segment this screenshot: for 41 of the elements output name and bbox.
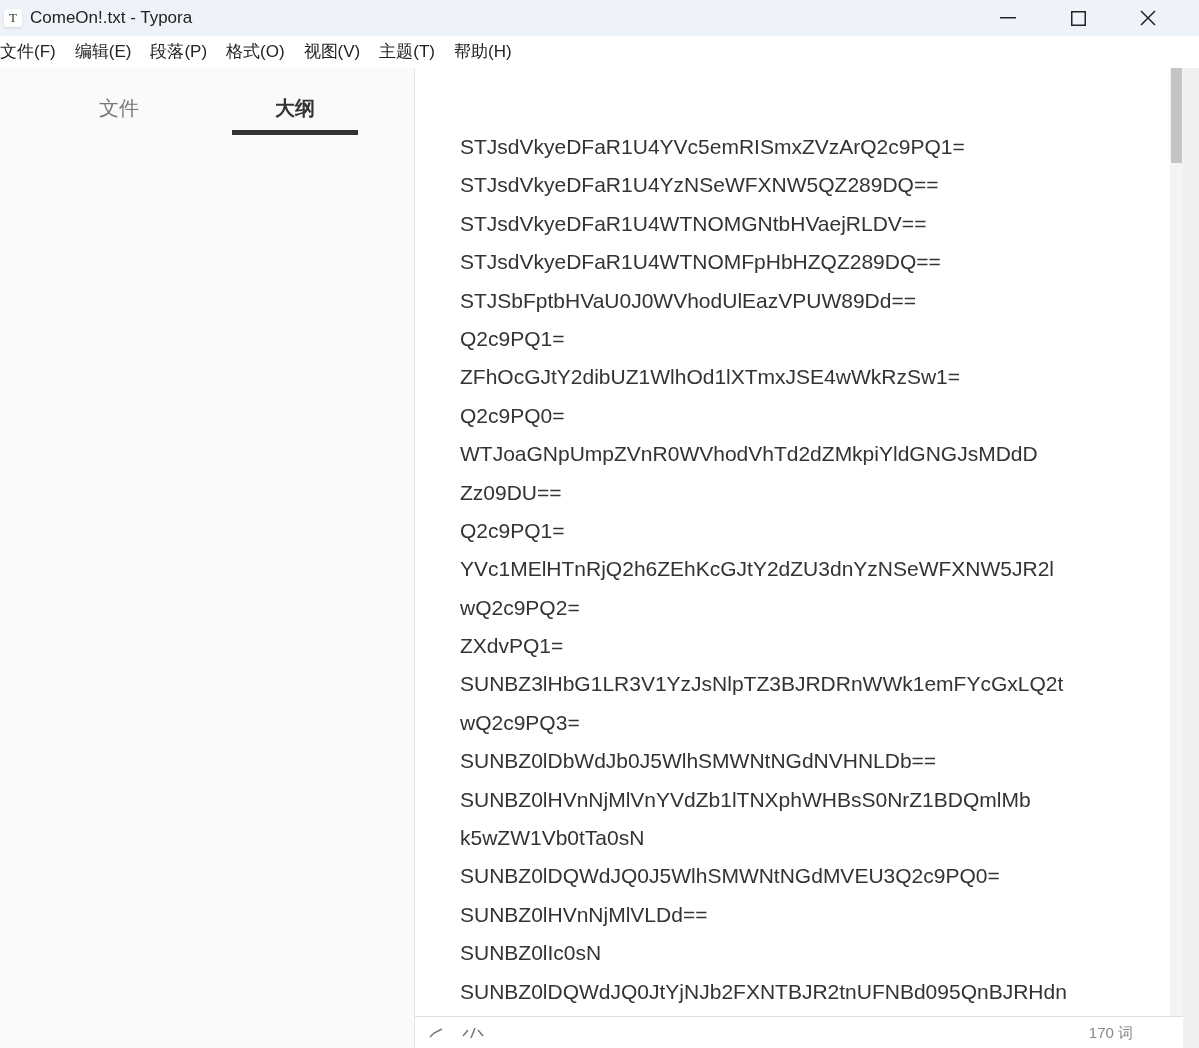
window-title: ComeOn!.txt - Typora [30, 7, 193, 30]
text-line: SUNBZ0lDQWdJQ0JtYjNJb2FXNTBJR2tnUFNBd095QnBJRHdn [460, 978, 1067, 1005]
maximize-icon [1070, 10, 1086, 26]
menu-item[interactable]: 段落(P) [150, 39, 208, 65]
word-count: 170 词 [1088, 1023, 1133, 1042]
text-line: ZXdvPQ1= [460, 633, 564, 660]
text-line: SUNBZ3lHbG1LR3V1YzJsNlpTZ3BJRDRnWWk1emFYcGxLQ2t [460, 671, 1064, 698]
text-line: STJsdVkyeDFaR1U4YVc5emRISmxZVzArQ2c9PQ1= [460, 134, 965, 160]
app-icon: T [4, 9, 22, 27]
text-line: SUNBZ0lDbWdJb0J5WlhSMWNtNGdNVHNLDb== [460, 748, 937, 775]
text-line: STJsdVkyeDFaR1U4WTNOMFpHbHZQZ289DQ== [460, 249, 941, 276]
menu-item[interactable]: 帮助(H) [454, 39, 512, 65]
text-line: SUNBZ0lDQWdJQ0J5WlhSMWNtNGdMVEU3Q2c9PQ0= [460, 863, 1000, 890]
text-line: SUNBZ0lIc0sN [460, 940, 602, 967]
menu-item[interactable]: 编辑(E) [74, 39, 132, 65]
text-line: STJsdVkyeDFaR1U4YzNSeWFXNW5QZ289DQ== [460, 172, 939, 199]
close-icon [1140, 10, 1156, 26]
scrollbar-thumb[interactable] [1171, 68, 1182, 163]
text-line: SUNBZ0lHVnNjMlVLDd== [460, 901, 708, 928]
menu-item[interactable]: 格式(O) [226, 39, 285, 65]
text-line: Zz09DU== [460, 479, 562, 506]
code-icon[interactable] [461, 1027, 485, 1038]
scrollbar[interactable] [1170, 68, 1183, 1016]
menu-item[interactable]: 视图(V) [303, 39, 361, 65]
text-line: SUNBZ0lHVnNjMlVnYVdZb1lTNXphWHBsS0NrZ1BDQmlMb [460, 786, 1031, 813]
text-line: Q2c9PQ1= [460, 325, 565, 352]
sidebar-tab[interactable]: 文件 [56, 90, 182, 135]
text-line: Q2c9PQ1= [460, 517, 565, 544]
text-line: WTJoaGNpUmpZVnR0WVhodVhTd2dZMkpiYldGNGJsMDdD [460, 441, 1038, 468]
text-line: YVc1MElHTnRjQ2h6ZEhKcGJtY2dZU3dnYzNSeWFXNW5JR2l [460, 556, 1054, 583]
sidebar-tab[interactable]: 大纲 [232, 90, 358, 135]
text-line: STJsdVkyeDFaR1U4WTNOMGNtbHVaejRLDV== [460, 210, 927, 237]
text-line: wQ2c9PQ3= [460, 709, 580, 736]
text-line: ZFhOcGJtY2dibUZ1WlhOd1lXTmxJSE4wWkRzSw1= [460, 364, 961, 391]
menu-item[interactable]: 文件(F) [0, 39, 56, 65]
minimize-icon [1000, 17, 1016, 19]
text-line: wQ2c9PQ2= [460, 594, 580, 621]
menu-item[interactable]: 主题(T) [379, 39, 435, 65]
text-line: STJSbFptbHVaU0J0WVhodUlEazVPUW89Dd== [460, 287, 916, 314]
text-line: Q2c9PQ0= [460, 402, 565, 429]
text-line: k5wZW1Vb0tTa0sN [460, 825, 645, 852]
